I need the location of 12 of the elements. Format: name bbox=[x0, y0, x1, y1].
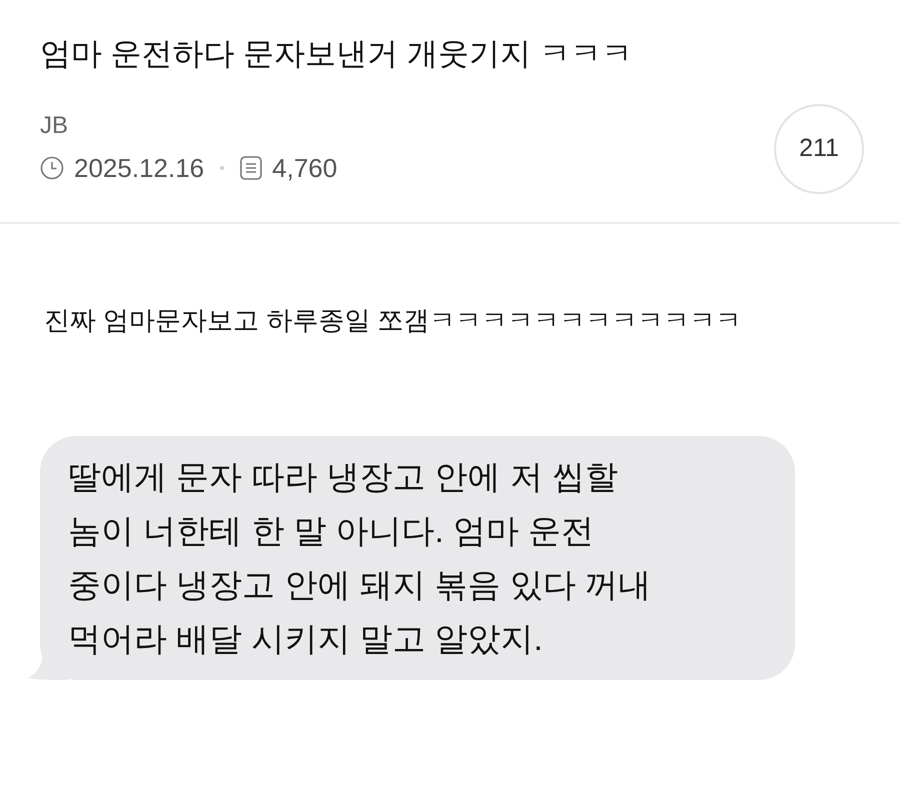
comment-count-button[interactable]: 211 bbox=[774, 104, 864, 194]
clock-icon bbox=[40, 156, 64, 180]
view-count: 4,760 bbox=[272, 152, 338, 184]
message-line: 중이다 냉장고 안에 돼지 볶음 있다 꺼내 bbox=[68, 565, 652, 605]
document-icon bbox=[240, 156, 262, 180]
post-text: 진짜 엄마문자보고 하루종일 쪼갬ㅋㅋㅋㅋㅋㅋㅋㅋㅋㅋㅋㅋ bbox=[44, 304, 743, 337]
message-line: 먹어라 배달 시키지 말고 알았지. bbox=[68, 619, 544, 659]
post-title: 엄마 운전하다 문자보낸거 개웃기지 ㅋㅋㅋ bbox=[40, 35, 634, 73]
message-line: 놈이 너한테 한 말 아니다. 엄마 운전 bbox=[68, 511, 596, 551]
message-line: 딸에게 문자 따라 냉장고 안에 저 씹할 bbox=[68, 457, 620, 497]
post-date: 2025.12.16 bbox=[74, 152, 204, 184]
author-name: JB bbox=[40, 110, 70, 140]
